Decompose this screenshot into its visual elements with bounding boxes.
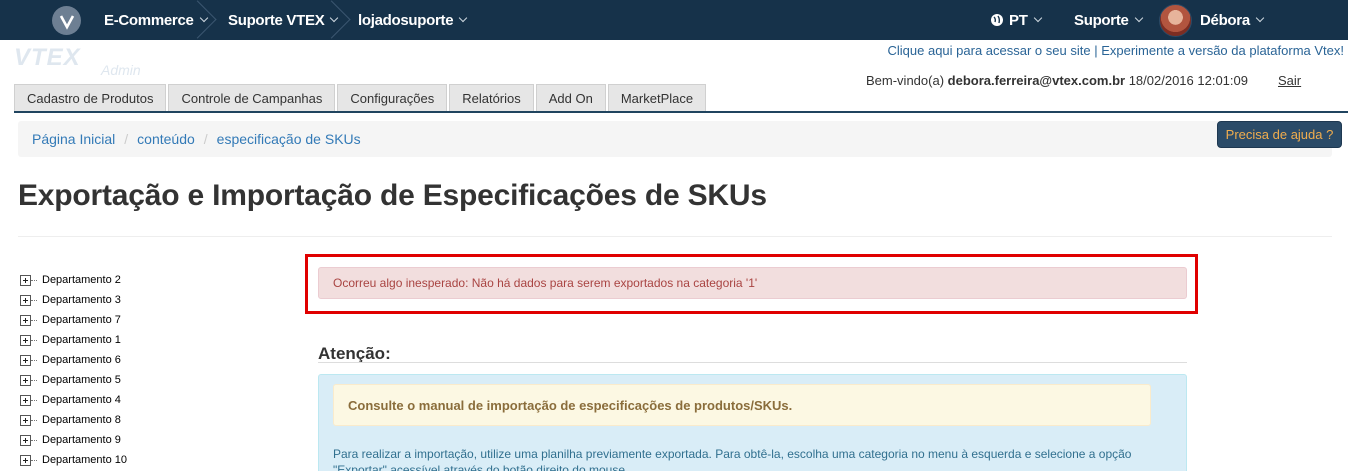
support-menu[interactable]: Suporte [1074, 0, 1143, 40]
tree-item[interactable]: Departamento 3 [20, 290, 127, 310]
tab-cadastro-produtos[interactable]: Cadastro de Produtos [14, 84, 167, 112]
breadcrumb-content[interactable]: conteúdo [137, 131, 195, 147]
link-separator: | [1094, 43, 1098, 58]
tabs-underline [14, 111, 1348, 113]
breadcrumb: Página Inicial / conteúdo / especificaçã… [18, 121, 1332, 157]
tree-item-label[interactable]: Departamento 3 [42, 294, 121, 306]
support-account-label: Suporte VTEX [228, 11, 325, 29]
expand-icon[interactable] [20, 314, 31, 326]
tree-item[interactable]: Departamento 1 [20, 330, 127, 350]
tree-item-label[interactable]: Departamento 4 [42, 394, 121, 406]
user-menu[interactable]: Débora [1200, 0, 1265, 40]
tree-item-label[interactable]: Departamento 8 [42, 414, 121, 426]
expand-icon[interactable] [20, 274, 31, 286]
chevron-down-icon [1134, 13, 1143, 23]
header-links: Clique aqui para acessar o seu site | Ex… [888, 43, 1345, 58]
tree-item[interactable]: Departamento 4 [20, 390, 127, 410]
tree-item[interactable]: Departamento 2 [20, 270, 127, 290]
welcome-text: Bem-vindo(a) debora.ferreira@vtex.com.br… [866, 73, 1248, 88]
tab-relatorios[interactable]: Relatórios [449, 84, 534, 112]
tab-marketplace[interactable]: MarketPlace [607, 84, 707, 112]
tree-item-label[interactable]: Departamento 6 [42, 354, 121, 366]
tree-item-label[interactable]: Departamento 9 [42, 434, 121, 446]
logout-link[interactable]: Sair [1278, 73, 1301, 88]
tree-item[interactable]: Departamento 8 [20, 410, 127, 430]
category-tree: Departamento 2 Departamento 3 Departamen… [20, 270, 127, 470]
title-divider [18, 236, 1332, 237]
breadcrumb-home[interactable]: Página Inicial [32, 131, 115, 147]
expand-icon[interactable] [20, 334, 31, 346]
breadcrumb-divider: / [124, 131, 129, 147]
help-button[interactable]: Precisa de ajuda ? [1217, 121, 1342, 148]
tree-item-label[interactable]: Departamento 7 [42, 314, 121, 326]
attention-divider [318, 362, 1187, 363]
expand-icon[interactable] [20, 394, 31, 406]
manual-warning[interactable]: Consulte o manual de importação de espec… [333, 384, 1151, 426]
login-datetime: 18/02/2016 12:01:09 [1128, 73, 1248, 88]
tree-item[interactable]: Departamento 5 [20, 370, 127, 390]
error-alert: Ocorreu algo inesperado: Não há dados pa… [318, 267, 1187, 299]
attention-heading: Atenção: [318, 344, 391, 363]
user-email: debora.ferreira@vtex.com.br [947, 73, 1126, 88]
store-account-label: lojadosuporte [358, 11, 454, 29]
expand-icon[interactable] [20, 454, 31, 466]
chevron-down-icon [1255, 13, 1265, 23]
expand-icon[interactable] [20, 374, 31, 386]
import-instructions: Para realizar a importação, utilize uma … [333, 447, 1132, 471]
tab-configuracoes[interactable]: Configurações [337, 84, 448, 112]
expand-icon[interactable] [20, 434, 31, 446]
site-link[interactable]: Clique aqui para acessar o seu site [888, 43, 1091, 58]
chevron-down-icon [1033, 13, 1042, 23]
expand-icon[interactable] [20, 414, 31, 426]
welcome-prefix: Bem-vindo(a) [866, 73, 945, 88]
avatar[interactable] [1159, 4, 1192, 37]
nav-divider [326, 0, 338, 40]
store-account-selector[interactable]: lojadosuporte [358, 0, 468, 40]
breadcrumb-sku-spec[interactable]: especificação de SKUs [217, 131, 361, 147]
tree-item-label[interactable]: Departamento 10 [42, 454, 127, 466]
language-label: PT [1009, 11, 1028, 29]
tab-controle-campanhas[interactable]: Controle de Campanhas [168, 84, 336, 112]
expand-icon[interactable] [20, 294, 31, 306]
tree-item[interactable]: Departamento 6 [20, 350, 127, 370]
platform-link[interactable]: Experimente a versão da plataforma Vtex! [1101, 43, 1344, 58]
vtex-admin-logo-sub: Admin [101, 62, 141, 78]
user-name: Débora [1200, 11, 1250, 29]
vtex-admin-logo: VTEX [14, 44, 81, 71]
vtex-logo-icon[interactable] [52, 6, 81, 35]
tree-item[interactable]: Departamento 9 [20, 430, 127, 450]
top-navbar: E-Commerce Suporte VTEX lojadosuporte PT… [0, 0, 1348, 40]
main-tabs: Cadastro de Produtos Controle de Campanh… [14, 84, 708, 112]
tree-item-label[interactable]: Departamento 5 [42, 374, 121, 386]
expand-icon[interactable] [20, 354, 31, 366]
tree-item-label[interactable]: Departamento 2 [42, 274, 121, 286]
tree-item[interactable]: Departamento 7 [20, 310, 127, 330]
chevron-down-icon [459, 13, 468, 23]
tree-item[interactable]: Departamento 10 [20, 450, 127, 470]
breadcrumb-divider: / [203, 131, 208, 147]
support-label: Suporte [1074, 11, 1129, 29]
page-title: Exportação e Importação de Especificaçõe… [18, 179, 767, 212]
globe-icon [991, 14, 1003, 26]
tab-add-on[interactable]: Add On [535, 84, 606, 112]
language-selector[interactable]: PT [990, 0, 1042, 40]
tree-item-label[interactable]: Departamento 1 [42, 334, 121, 346]
nav-divider [192, 0, 204, 40]
